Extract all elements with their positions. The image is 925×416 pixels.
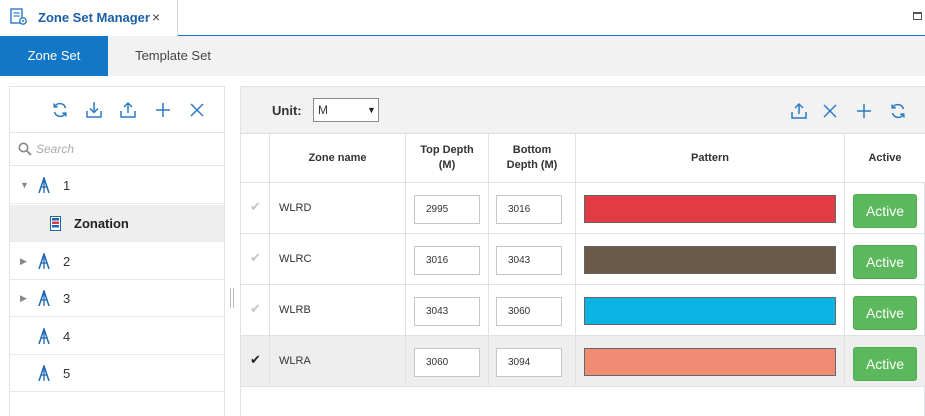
tree-item-3[interactable]: ▶ 3 xyxy=(10,280,224,317)
zone-name: WLRC xyxy=(279,253,312,265)
header-bottom-depth-line2: Depth (M) xyxy=(506,159,558,171)
check-icon[interactable]: ✔ xyxy=(250,250,261,266)
check-icon[interactable]: ✔ xyxy=(250,199,261,215)
bottom-depth-input[interactable] xyxy=(496,348,562,377)
header-active-text: Active xyxy=(868,151,902,164)
pattern-swatch[interactable] xyxy=(584,297,836,325)
tree-item-label: 4 xyxy=(63,329,71,344)
add-icon[interactable] xyxy=(854,101,874,121)
header-top-depth-line2: (M) xyxy=(438,159,456,171)
header-bottom-depth[interactable]: Bottom Depth (M) xyxy=(489,134,576,183)
tree-toolbar xyxy=(10,87,224,133)
search-icon xyxy=(18,142,32,156)
bottom-depth-input[interactable] xyxy=(496,195,562,224)
download-icon[interactable] xyxy=(84,100,104,120)
tree-item-label: 5 xyxy=(63,366,71,381)
zonation-icon xyxy=(50,216,61,231)
tree-item-label: Zonation xyxy=(74,216,129,231)
check-icon[interactable]: ✔ xyxy=(250,352,261,368)
chevron-right-icon[interactable]: ▶ xyxy=(20,256,27,267)
tree-item-4[interactable]: 4 xyxy=(10,318,224,355)
tree-item-label: 1 xyxy=(63,178,71,193)
header-pattern-text: Pattern xyxy=(691,151,729,164)
pattern-swatch[interactable] xyxy=(584,195,836,223)
bottom-depth-input[interactable] xyxy=(496,246,562,275)
tab-zone-set[interactable]: Zone Set xyxy=(0,36,108,76)
tree-item-zonation[interactable]: Zonation xyxy=(10,205,224,242)
check-icon[interactable]: ✔ xyxy=(250,301,261,317)
panel-splitter-handle[interactable] xyxy=(229,288,235,308)
refresh-icon[interactable] xyxy=(888,101,908,121)
dropdown-arrow-icon: ▼ xyxy=(367,105,376,115)
header-zone-name-text: Zone name xyxy=(308,151,367,164)
chevron-down-icon[interactable]: ▼ xyxy=(20,180,29,190)
zone-set-tree-panel: ▼ 1 Zonation ▶ 2 ▶ 3 xyxy=(9,86,225,416)
active-button[interactable]: Active xyxy=(853,194,917,228)
upload-icon[interactable] xyxy=(118,100,138,120)
zone-set-manager-icon xyxy=(10,8,27,25)
pattern-swatch[interactable] xyxy=(584,348,836,376)
rig-icon xyxy=(38,365,50,381)
header-top-depth[interactable]: Top Depth (M) xyxy=(406,134,489,183)
bottom-depth-input[interactable] xyxy=(496,297,562,326)
pattern-swatch[interactable] xyxy=(584,246,836,274)
tree-item-5[interactable]: 5 xyxy=(10,355,224,392)
header-active[interactable]: Active xyxy=(845,134,925,183)
delete-icon[interactable] xyxy=(820,101,840,121)
header-pattern[interactable]: Pattern xyxy=(576,134,845,183)
header-bottom-depth-line1: Bottom xyxy=(512,144,552,156)
refresh-icon[interactable] xyxy=(50,100,70,120)
rig-icon xyxy=(38,253,50,269)
tree-item-label: 3 xyxy=(63,291,71,306)
tab-template-set[interactable]: Template Set xyxy=(118,36,228,76)
upload-icon[interactable] xyxy=(789,101,809,121)
table-row-selected[interactable]: ✔ WLRA Active xyxy=(241,336,925,387)
zone-table-panel: Unit: M ▼ Zone name Top Depth (M) Bottom… xyxy=(240,86,925,416)
chevron-right-icon[interactable]: ▶ xyxy=(20,293,27,304)
unit-select-value: M xyxy=(318,103,328,117)
top-depth-input[interactable] xyxy=(414,246,480,275)
unit-select[interactable]: M ▼ xyxy=(313,98,379,122)
document-tab-title: Zone Set Manager xyxy=(38,10,150,25)
header-zone-name[interactable]: Zone name xyxy=(270,134,406,183)
rig-icon xyxy=(38,328,50,344)
table-toolbar: Unit: M ▼ xyxy=(241,87,925,134)
table-row[interactable]: ✔ WLRB Active xyxy=(241,285,925,336)
tree-item-label: 2 xyxy=(63,254,71,269)
header-select xyxy=(241,134,270,183)
table-row[interactable]: ✔ WLRD Active xyxy=(241,183,925,234)
document-tab[interactable]: Zone Set Manager × xyxy=(0,0,178,36)
tree-item-2[interactable]: ▶ 2 xyxy=(10,243,224,280)
rig-icon xyxy=(38,177,50,193)
active-button[interactable]: Active xyxy=(853,296,917,330)
unit-label: Unit: xyxy=(272,103,302,118)
zone-name: WLRA xyxy=(279,355,311,367)
top-depth-input[interactable] xyxy=(414,348,480,377)
delete-icon[interactable] xyxy=(187,100,207,120)
rig-icon xyxy=(38,290,50,306)
active-button[interactable]: Active xyxy=(853,347,917,381)
maximize-icon[interactable] xyxy=(913,12,922,20)
top-depth-input[interactable] xyxy=(414,297,480,326)
header-top-depth-line1: Top Depth xyxy=(420,144,474,156)
search-input[interactable] xyxy=(36,139,216,159)
document-tab-strip: Zone Set Manager × xyxy=(0,0,925,36)
tree-item-1[interactable]: ▼ 1 xyxy=(10,167,224,204)
active-button[interactable]: Active xyxy=(853,245,917,279)
subtab-bar: Zone Set Template Set xyxy=(0,36,925,76)
tree-search xyxy=(10,133,224,166)
top-depth-input[interactable] xyxy=(414,195,480,224)
zone-name: WLRD xyxy=(279,202,312,214)
close-icon[interactable]: × xyxy=(152,9,160,25)
zone-name: WLRB xyxy=(279,304,311,316)
add-icon[interactable] xyxy=(153,100,173,120)
table-row[interactable]: ✔ WLRC Active xyxy=(241,234,925,285)
